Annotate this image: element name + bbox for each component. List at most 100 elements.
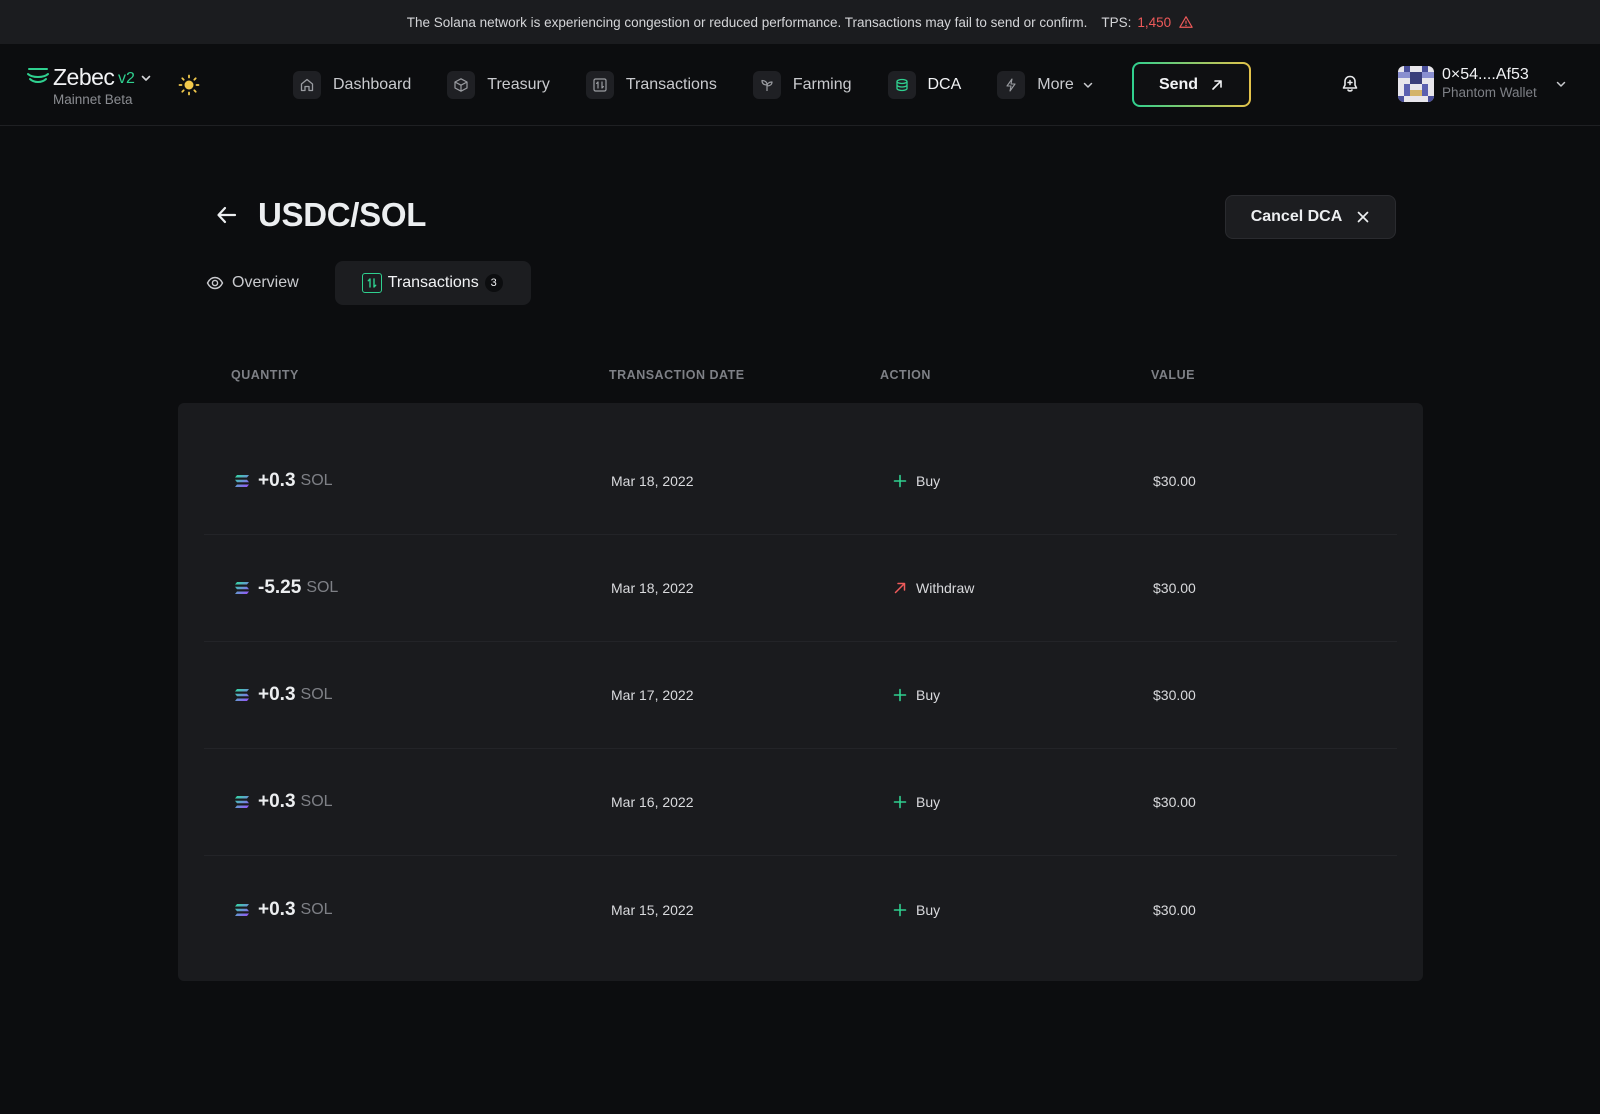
table-row[interactable]: +0.3 SOL Mar 15, 2022 Buy $30.00 — [204, 856, 1397, 963]
transaction-value: $30.00 — [1153, 687, 1196, 703]
transfer-icon — [361, 273, 382, 293]
arrow-left-icon — [217, 206, 237, 224]
network-status-banner: The Solana network is experiencing conge… — [0, 0, 1600, 44]
solana-icon — [235, 582, 249, 594]
back-button[interactable] — [212, 200, 242, 230]
sprout-icon — [752, 71, 781, 99]
nav-label: Transactions — [625, 76, 717, 93]
chevron-down-icon — [141, 75, 151, 81]
transaction-date: Mar 18, 2022 — [611, 580, 694, 596]
cancel-label: Cancel DCA — [1250, 208, 1343, 225]
transactions-table: +0.3 SOL Mar 18, 2022 Buy $30.00 -5.25 S… — [178, 403, 1423, 981]
table-header: QUANTITY TRANSACTION DATE ACTION VALUE — [178, 364, 1423, 388]
warning-icon — [1179, 16, 1193, 28]
quantity-unit: SOL — [300, 900, 333, 918]
page-header: USDC/SOL — [212, 196, 426, 234]
tab-transactions[interactable]: Transactions 3 — [334, 261, 531, 305]
nav-item-farming[interactable]: Farming — [752, 71, 852, 99]
plus-icon — [893, 474, 907, 488]
tab-label: Transactions — [387, 274, 479, 291]
bell-icon[interactable] — [1340, 74, 1360, 94]
wallet-menu[interactable]: 0×54....Af53 Phantom Wallet — [1398, 66, 1567, 102]
avatar — [1398, 66, 1434, 102]
tab-overview[interactable]: Overview — [193, 261, 313, 305]
solana-icon — [235, 903, 249, 916]
eye-icon — [206, 276, 224, 290]
top-header: Zebec v2 Mainnet Beta Dashboard Treasury — [0, 44, 1600, 126]
send-label: Send — [1158, 75, 1199, 93]
chevron-down-icon — [1083, 82, 1092, 88]
transactions-count-badge: 3 — [484, 274, 503, 292]
table-row[interactable]: +0.3 SOL Mar 17, 2022 Buy $30.00 — [204, 642, 1397, 749]
tps-label: TPS: — [1101, 14, 1132, 30]
transaction-value: $30.00 — [1153, 580, 1196, 596]
quantity-value: +0.3 — [258, 470, 296, 491]
nav-label: Dashboard — [333, 76, 412, 93]
table-row[interactable]: -5.25 SOL Mar 18, 2022 Withdraw $30.00 — [204, 535, 1397, 642]
transaction-value: $30.00 — [1153, 794, 1196, 810]
page-title: USDC/SOL — [258, 196, 427, 233]
nav-item-dca[interactable]: DCA — [887, 71, 962, 99]
brand-name: Zebec — [53, 64, 115, 90]
nav-label: Treasury — [487, 76, 550, 93]
arrow-up-right-icon — [1212, 79, 1222, 90]
send-button[interactable]: Send — [1132, 62, 1251, 107]
transaction-value: $30.00 — [1153, 473, 1196, 489]
transaction-date: Mar 18, 2022 — [611, 473, 694, 489]
solana-icon — [235, 689, 249, 701]
quantity-unit: SOL — [300, 793, 333, 810]
cube-icon — [447, 71, 476, 99]
quantity-unit: SOL — [300, 686, 333, 703]
transaction-date: Mar 17, 2022 — [611, 687, 694, 703]
brand-version: v2 — [118, 70, 135, 87]
column-header-action: ACTION — [880, 368, 931, 382]
action-label: Buy — [916, 687, 941, 703]
arrow-up-right-icon — [894, 582, 906, 594]
close-icon — [1357, 211, 1369, 223]
zebec-logo-icon — [27, 68, 49, 83]
solana-icon — [235, 796, 249, 808]
network-selector[interactable]: Zebec v2 Mainnet Beta — [26, 64, 156, 108]
sun-icon[interactable] — [178, 74, 200, 96]
transaction-date: Mar 16, 2022 — [611, 794, 694, 810]
table-row[interactable]: +0.3 SOL Mar 16, 2022 Buy $30.00 — [204, 749, 1397, 856]
action-label: Buy — [916, 901, 941, 918]
action-label: Buy — [916, 473, 941, 489]
banner-message: The Solana network is experiencing conge… — [406, 14, 1088, 30]
tps-value: 1,450 — [1137, 14, 1172, 30]
quantity-value: -5.25 — [258, 577, 302, 598]
quantity-value: +0.3 — [258, 898, 296, 920]
column-header-quantity: QUANTITY — [231, 368, 299, 382]
solana-icon — [235, 475, 249, 487]
nav-item-more[interactable]: More — [997, 71, 1093, 99]
nav-label: DCA — [927, 76, 962, 93]
nav-item-transactions[interactable]: Transactions — [585, 71, 717, 99]
column-header-date: TRANSACTION DATE — [609, 368, 745, 382]
quantity-value: +0.3 — [258, 684, 296, 705]
cancel-dca-button[interactable]: Cancel DCA — [1225, 195, 1396, 239]
action-label: Withdraw — [916, 580, 975, 596]
quantity-unit: SOL — [306, 579, 339, 596]
nav-item-treasury[interactable]: Treasury — [447, 71, 550, 99]
quantity-unit: SOL — [300, 472, 333, 489]
plus-icon — [893, 903, 907, 916]
table-row[interactable]: +0.3 SOL Mar 18, 2022 Buy $30.00 — [204, 428, 1397, 535]
nav-item-dashboard[interactable]: Dashboard — [293, 71, 411, 99]
coins-icon — [887, 71, 916, 99]
plus-icon — [893, 688, 907, 702]
column-header-value: VALUE — [1151, 368, 1195, 382]
nav-label: Farming — [792, 76, 852, 93]
bolt-icon — [997, 71, 1026, 99]
wallet-name: Phantom Wallet — [1442, 85, 1537, 100]
nav-label: More — [1037, 76, 1074, 93]
network-name: Mainnet Beta — [53, 92, 133, 107]
transaction-date: Mar 15, 2022 — [611, 901, 694, 918]
tab-label: Overview — [232, 274, 299, 291]
main-nav: Dashboard Treasury Transactions Farming … — [293, 65, 1130, 105]
home-icon — [293, 71, 321, 99]
detail-tabs: Overview Transactions 3 — [193, 261, 531, 305]
wallet-address: 0×54....Af53 — [1442, 66, 1529, 83]
action-label: Buy — [916, 794, 941, 810]
plus-icon — [893, 795, 907, 809]
quantity-value: +0.3 — [258, 791, 296, 812]
